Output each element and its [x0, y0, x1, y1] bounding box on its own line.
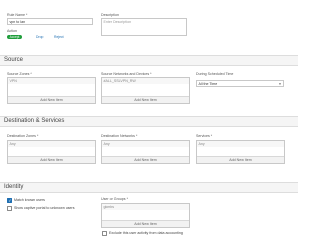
action-reject-button[interactable]: Reject — [54, 35, 64, 39]
destination-networks-label: Destination Networks * — [101, 134, 138, 138]
user-groups-add-button[interactable]: Add New Item — [102, 219, 189, 227]
services-label: Services * — [196, 134, 213, 138]
exclude-accounting-checkbox[interactable] — [102, 231, 107, 236]
destination-zone-item[interactable]: Any — [8, 141, 95, 147]
schedule-select-value: All the Time — [198, 81, 218, 86]
exclude-accounting-label: Exclude this user activity from data acc… — [109, 231, 183, 235]
action-accept-button[interactable]: Accept — [7, 35, 22, 39]
services-add-button[interactable]: Add New Item — [197, 155, 284, 163]
source-zones-list: VPN Add New Item — [7, 77, 96, 104]
destination-zones-label: Destination Zones * — [7, 134, 39, 138]
destination-network-item[interactable]: Any — [102, 141, 189, 147]
show-captive-portal-label: Show captive portal to unknown users — [14, 206, 75, 210]
source-zone-item[interactable]: VPN — [8, 78, 95, 84]
destination-section-header: Destination & Services — [0, 116, 298, 127]
show-captive-portal-checkbox[interactable] — [7, 206, 12, 211]
schedule-select[interactable]: All the Time ▼ — [196, 80, 284, 87]
services-list: Any Add New Item — [196, 140, 285, 164]
check-icon: ✓ — [8, 198, 12, 204]
schedule-label: During Scheduled Time — [196, 72, 234, 76]
source-network-item[interactable]: #ALL_SSLVPN_RW — [102, 78, 189, 84]
rule-name-label: Rule Name * — [7, 13, 28, 17]
action-label: Action — [7, 29, 17, 33]
source-zones-label: Source Zones * — [7, 72, 32, 76]
destination-zones-add-button[interactable]: Add New Item — [8, 155, 95, 163]
source-networks-add-button[interactable]: Add New Item — [102, 95, 189, 103]
destination-networks-add-button[interactable]: Add New Item — [102, 155, 189, 163]
match-known-users-checkbox[interactable]: ✓ — [7, 198, 12, 203]
user-groups-label: User or Groups * — [101, 197, 128, 201]
source-zones-add-button[interactable]: Add New Item — [8, 95, 95, 103]
match-known-users-label: Match known users — [14, 198, 45, 202]
source-networks-label: Source Networks and Devices * — [101, 72, 152, 76]
action-drop-button[interactable]: Drop — [36, 35, 43, 39]
rule-name-input[interactable]: vpn to lan — [7, 18, 93, 25]
description-label: Description — [101, 13, 119, 17]
source-networks-list: #ALL_SSLVPN_RW Add New Item — [101, 77, 190, 104]
service-item[interactable]: Any — [197, 141, 284, 147]
user-groups-list: gkmbs Add New Item — [101, 203, 190, 228]
source-section-header: Source — [0, 55, 298, 66]
chevron-down-icon: ▼ — [278, 81, 282, 86]
destination-networks-list: Any Add New Item — [101, 140, 190, 164]
identity-section-header: Identity — [0, 182, 298, 193]
user-group-item[interactable]: gkmbs — [102, 204, 189, 210]
description-textarea[interactable]: Enter Description — [101, 18, 187, 36]
destination-zones-list: Any Add New Item — [7, 140, 96, 164]
